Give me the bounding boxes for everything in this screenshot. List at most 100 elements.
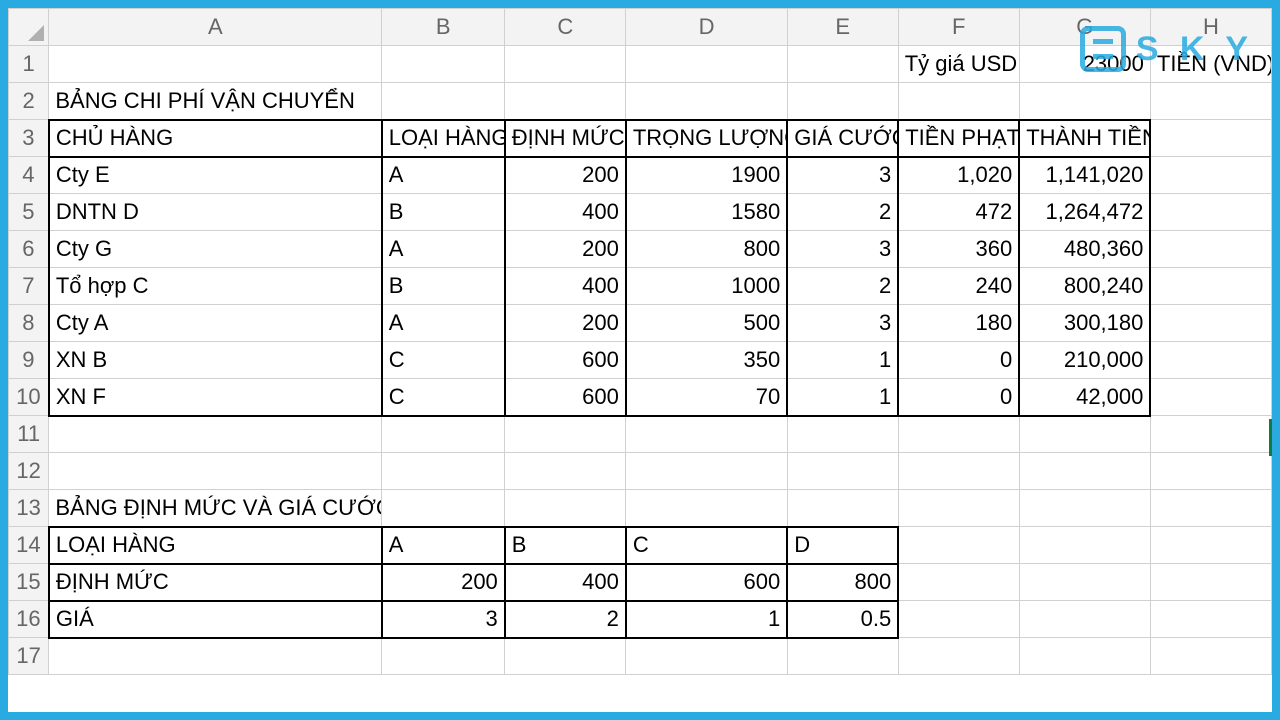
row-12[interactable]: 12 [9, 453, 1272, 490]
t2-gia-D[interactable]: 0.5 [787, 601, 898, 638]
cell-chu-hang[interactable]: Cty A [49, 305, 382, 342]
cell-dinh-muc[interactable]: 200 [505, 157, 626, 194]
cell[interactable] [1019, 490, 1150, 527]
cell-ty-gia-value[interactable]: 23000 [1019, 46, 1150, 83]
t2-gia-label[interactable]: GIÁ [49, 601, 382, 638]
table-row[interactable]: 7 Tổ hợp CB40010002240800,240 [9, 268, 1272, 305]
cell-thanh-tien[interactable]: 1,141,020 [1019, 157, 1150, 194]
cell-dinh-muc[interactable]: 400 [505, 194, 626, 231]
cell[interactable] [1150, 379, 1271, 416]
cell-loai-hang[interactable]: B [382, 194, 505, 231]
cell[interactable] [49, 453, 382, 490]
cell[interactable] [1150, 564, 1271, 601]
cell[interactable] [1150, 305, 1271, 342]
cell-dinh-muc[interactable]: 200 [505, 231, 626, 268]
cell-trong-luong[interactable]: 70 [626, 379, 787, 416]
cell-dinh-muc[interactable]: 600 [505, 379, 626, 416]
hdr-gia-cuoc[interactable]: GIÁ CƯỚC [787, 120, 898, 157]
row-header[interactable]: 10 [9, 379, 49, 416]
cell-gia-cuoc[interactable]: 1 [787, 342, 898, 379]
col-header-F[interactable]: F [898, 9, 1019, 46]
t2-col-A[interactable]: A [382, 527, 505, 564]
cell[interactable] [382, 416, 505, 453]
cell-gia-cuoc[interactable]: 3 [787, 231, 898, 268]
row-1[interactable]: 1 Tỷ giá USD 23000 TIỀN (VND) [9, 46, 1272, 83]
col-header-E[interactable]: E [787, 9, 898, 46]
cell-trong-luong[interactable]: 1580 [626, 194, 787, 231]
row-header[interactable]: 3 [9, 120, 49, 157]
cell-dinh-muc[interactable]: 400 [505, 268, 626, 305]
hdr-tien-phat[interactable]: TIỀN PHẠT [898, 120, 1019, 157]
cell[interactable] [49, 416, 382, 453]
cell-chu-hang[interactable]: DNTN D [49, 194, 382, 231]
cell-thanh-tien[interactable]: 480,360 [1019, 231, 1150, 268]
title-bang-dinh-muc[interactable]: BẢNG ĐỊNH MỨC VÀ GIÁ CƯỚC [49, 490, 382, 527]
row-16[interactable]: 16 GIÁ 3 2 1 0.5 [9, 601, 1272, 638]
cell[interactable] [787, 46, 898, 83]
t2-dm-D[interactable]: 800 [787, 564, 898, 601]
table-row[interactable]: 6 Cty GA2008003360480,360 [9, 231, 1272, 268]
cell[interactable] [1150, 527, 1271, 564]
row-13[interactable]: 13 BẢNG ĐỊNH MỨC VÀ GIÁ CƯỚC [9, 490, 1272, 527]
col-header-B[interactable]: B [382, 9, 505, 46]
hdr-dinh-muc[interactable]: ĐỊNH MỨC [505, 120, 626, 157]
cell[interactable] [505, 453, 626, 490]
cell[interactable] [1150, 120, 1271, 157]
cell-gia-cuoc[interactable]: 2 [787, 194, 898, 231]
row-14[interactable]: 14 LOẠI HÀNG A B C D [9, 527, 1272, 564]
cell[interactable] [382, 638, 505, 675]
cell-loai-hang[interactable]: A [382, 305, 505, 342]
row-3[interactable]: 3 CHỦ HÀNG LOẠI HÀNG ĐỊNH MỨC TRỌNG LƯỢN… [9, 120, 1272, 157]
t2-dm-A[interactable]: 200 [382, 564, 505, 601]
cell-tien-vnd[interactable]: TIỀN (VND) [1150, 46, 1271, 83]
cell-trong-luong[interactable]: 1900 [626, 157, 787, 194]
row-header[interactable]: 1 [9, 46, 49, 83]
row-header[interactable]: 4 [9, 157, 49, 194]
cell-chu-hang[interactable]: Cty E [49, 157, 382, 194]
cell-tien-phat[interactable]: 472 [898, 194, 1019, 231]
select-all-corner[interactable] [9, 9, 49, 46]
cell[interactable] [1019, 638, 1150, 675]
cell-tien-phat[interactable]: 1,020 [898, 157, 1019, 194]
cell[interactable] [1019, 83, 1150, 120]
hdr-loai-hang[interactable]: LOẠI HÀNG [382, 120, 505, 157]
cell-thanh-tien[interactable]: 800,240 [1019, 268, 1150, 305]
cell[interactable] [1150, 342, 1271, 379]
spreadsheet-grid[interactable]: A B C D E F G H 1 Tỷ giá USD 23000 TIỀN … [8, 8, 1272, 675]
row-header[interactable]: 13 [9, 490, 49, 527]
cell-thanh-tien[interactable]: 300,180 [1019, 305, 1150, 342]
hdr-thanh-tien[interactable]: THÀNH TIỀN [1019, 120, 1150, 157]
cell-loai-hang[interactable]: B [382, 268, 505, 305]
cell-trong-luong[interactable]: 500 [626, 305, 787, 342]
table-row[interactable]: 8 Cty AA2005003180300,180 [9, 305, 1272, 342]
t2-gia-C[interactable]: 1 [626, 601, 787, 638]
cell-chu-hang[interactable]: Cty G [49, 231, 382, 268]
cell[interactable] [1150, 194, 1271, 231]
cell-chu-hang[interactable]: XN F [49, 379, 382, 416]
cell[interactable] [787, 83, 898, 120]
cell[interactable] [382, 46, 505, 83]
cell[interactable] [382, 453, 505, 490]
cell[interactable] [1019, 564, 1150, 601]
col-header-H[interactable]: H [1150, 9, 1271, 46]
cell[interactable] [1150, 416, 1271, 453]
table-row[interactable]: 4 Cty EA200190031,0201,141,020 [9, 157, 1272, 194]
cell[interactable] [1150, 157, 1271, 194]
t2-col-C[interactable]: C [626, 527, 787, 564]
row-header[interactable]: 8 [9, 305, 49, 342]
row-header[interactable]: 9 [9, 342, 49, 379]
cell-tien-phat[interactable]: 180 [898, 305, 1019, 342]
cell[interactable] [382, 83, 505, 120]
t2-col-B[interactable]: B [505, 527, 626, 564]
hdr-chu-hang[interactable]: CHỦ HÀNG [49, 120, 382, 157]
row-header[interactable]: 11 [9, 416, 49, 453]
t2-gia-A[interactable]: 3 [382, 601, 505, 638]
table-row[interactable]: 10XN FC600701042,000 [9, 379, 1272, 416]
t2-dinh-muc-label[interactable]: ĐỊNH MỨC [49, 564, 382, 601]
cell[interactable] [505, 416, 626, 453]
cell[interactable] [898, 83, 1019, 120]
row-header[interactable]: 6 [9, 231, 49, 268]
cell-ty-gia-label[interactable]: Tỷ giá USD [898, 46, 1019, 83]
cell[interactable] [626, 46, 787, 83]
cell-trong-luong[interactable]: 1000 [626, 268, 787, 305]
